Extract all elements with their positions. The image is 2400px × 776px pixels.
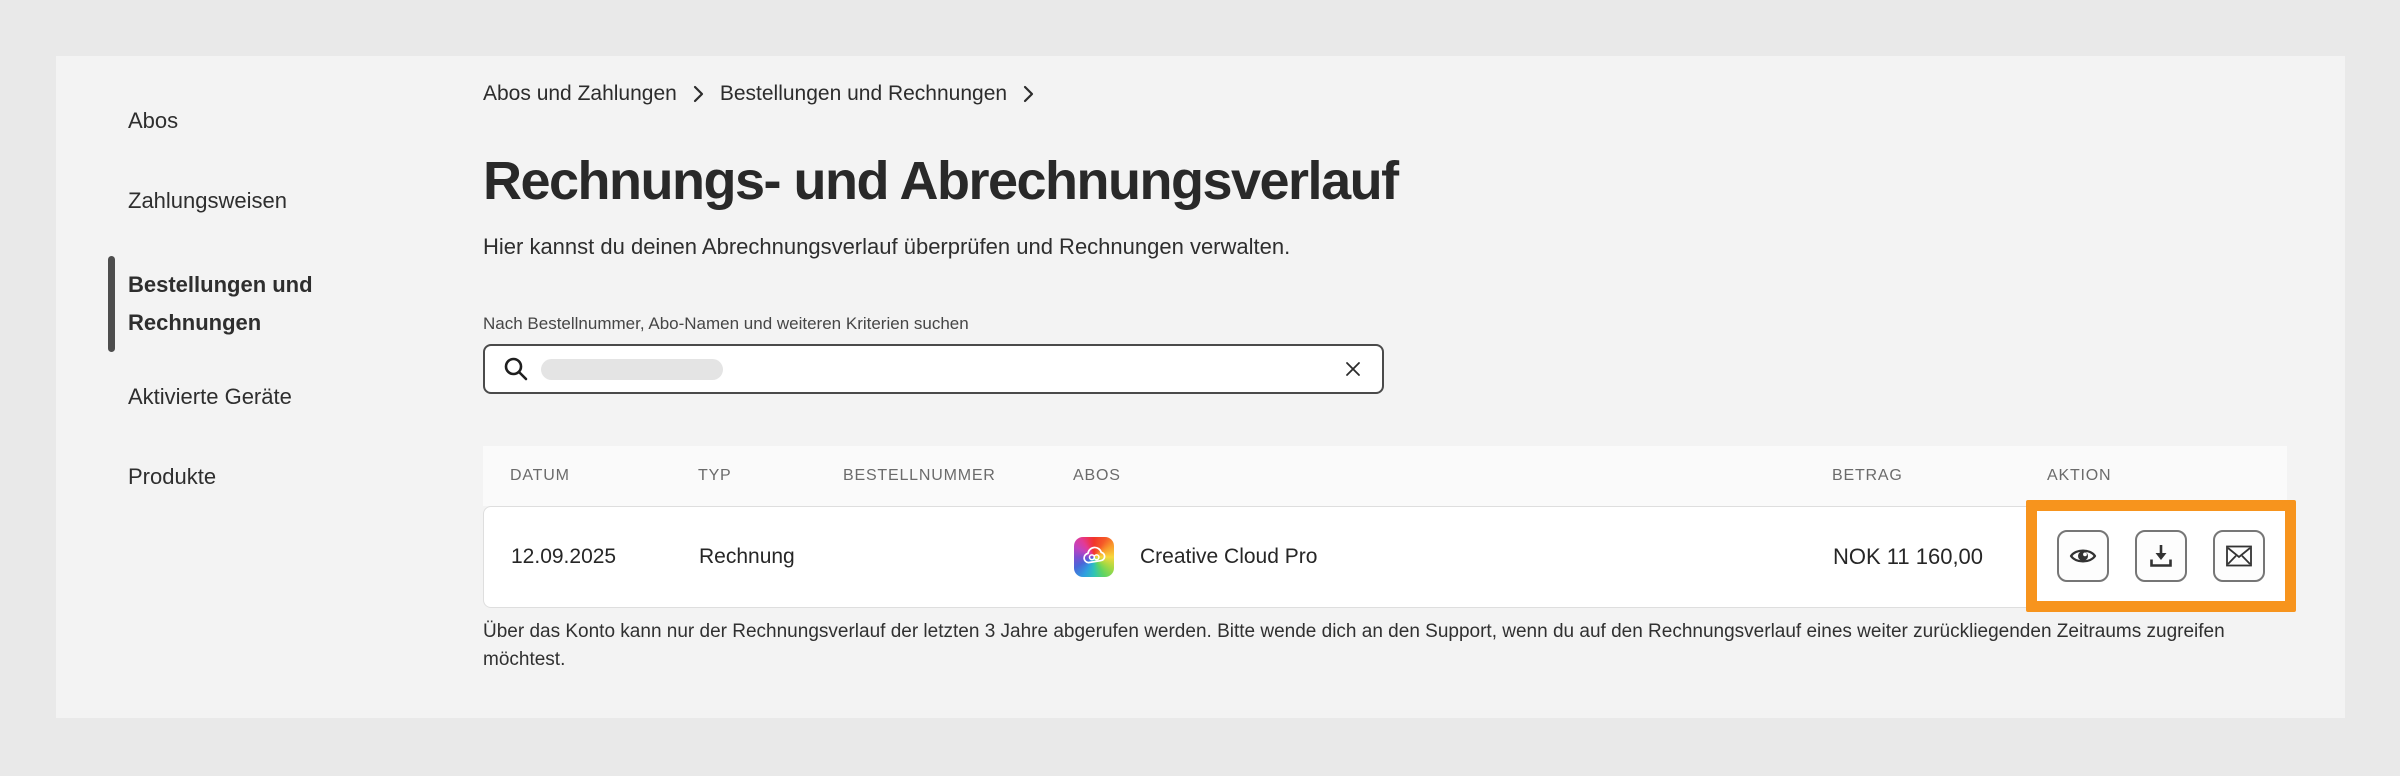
column-header-aktion: AKTION [2047, 467, 2112, 484]
sidebar-nav: Abos Zahlungsweisen Bestellungen und Rec… [108, 96, 438, 532]
chevron-right-icon [1023, 85, 1034, 103]
page-title: Rechnungs- und Abrechnungsverlauf [483, 151, 1399, 211]
column-header-bestellnummer: BESTELLNUMMER [843, 467, 996, 484]
download-icon [2150, 545, 2172, 567]
column-header-betrag: BETRAG [1832, 467, 1903, 484]
product-name: Creative Cloud Pro [1140, 545, 1318, 568]
column-header-datum: DATUM [510, 467, 570, 484]
chevron-right-icon [693, 85, 703, 103]
sidebar-item-produkte[interactable]: Produkte [128, 452, 368, 502]
breadcrumb-item-abos-und-zahlungen[interactable]: Abos und Zahlungen [483, 82, 677, 106]
view-invoice-button[interactable] [2057, 530, 2109, 582]
column-header-abos: ABOS [1073, 467, 1121, 484]
column-header-typ: TYP [698, 467, 732, 484]
search-input[interactable] [483, 344, 1384, 394]
page-subtitle: Hier kannst du deinen Abrechnungsverlauf… [483, 234, 1291, 259]
eye-icon [2069, 549, 2097, 563]
history-limit-note: Über das Konto kann nur der Rechnungsver… [483, 621, 2225, 670]
account-content-card: Abos Zahlungsweisen Bestellungen und Rec… [56, 56, 2345, 718]
invoice-table: DATUM TYP BESTELLNUMMER ABOS BETRAG AKTI… [483, 446, 2296, 612]
sidebar-item-label: Aktivierte Geräte [128, 384, 292, 409]
sidebar-item-bestellungen-und-rechnungen[interactable]: Bestellungen und Rechnungen [108, 256, 368, 352]
breadcrumb: Abos und Zahlungen Bestellungen und Rech… [483, 82, 2289, 106]
invoice-amount: NOK 11 160,00 [1833, 544, 1984, 569]
creative-cloud-app-icon [1074, 537, 1114, 577]
search-value-skeleton [541, 358, 723, 380]
breadcrumb-item-bestellungen-und-rechnungen[interactable]: Bestellungen und Rechnungen [720, 82, 1007, 106]
table-row: 12.09.2025 Rechnung Creative Cloud Pro N… [483, 500, 2296, 612]
close-icon [1346, 362, 1360, 376]
download-invoice-button[interactable] [2135, 530, 2187, 582]
sidebar-item-abos[interactable]: Abos [128, 96, 368, 146]
main-content: Abos und Zahlungen Bestellungen und Rech… [483, 56, 2296, 674]
active-indicator-bar [108, 256, 115, 352]
sidebar-item-label: Bestellungen und Rechnungen [128, 272, 313, 335]
annotation-highlight-box [2026, 500, 2296, 612]
mail-icon [2226, 545, 2252, 567]
search-icon [504, 357, 528, 381]
table-header-row: DATUM TYP BESTELLNUMMER ABOS BETRAG AKTI… [483, 446, 2287, 506]
clear-search-button[interactable] [1344, 360, 1362, 378]
adobe-account-page: { "sidebar": { "items": [ { "label": "Ab… [0, 0, 2400, 776]
sidebar-item-aktivierte-geraete[interactable]: Aktivierte Geräte [128, 372, 368, 422]
invoice-date: 12.09.2025 [511, 545, 617, 568]
sidebar-item-label: Zahlungsweisen [128, 188, 287, 213]
invoice-type: Rechnung [699, 545, 795, 568]
sidebar-item-label: Abos [128, 108, 179, 133]
email-invoice-button[interactable] [2213, 530, 2265, 582]
sidebar-item-label: Produkte [128, 464, 217, 489]
sidebar-item-zahlungsweisen[interactable]: Zahlungsweisen [128, 176, 368, 226]
search-label: Nach Bestellnummer, Abo-Namen und weiter… [483, 314, 969, 333]
